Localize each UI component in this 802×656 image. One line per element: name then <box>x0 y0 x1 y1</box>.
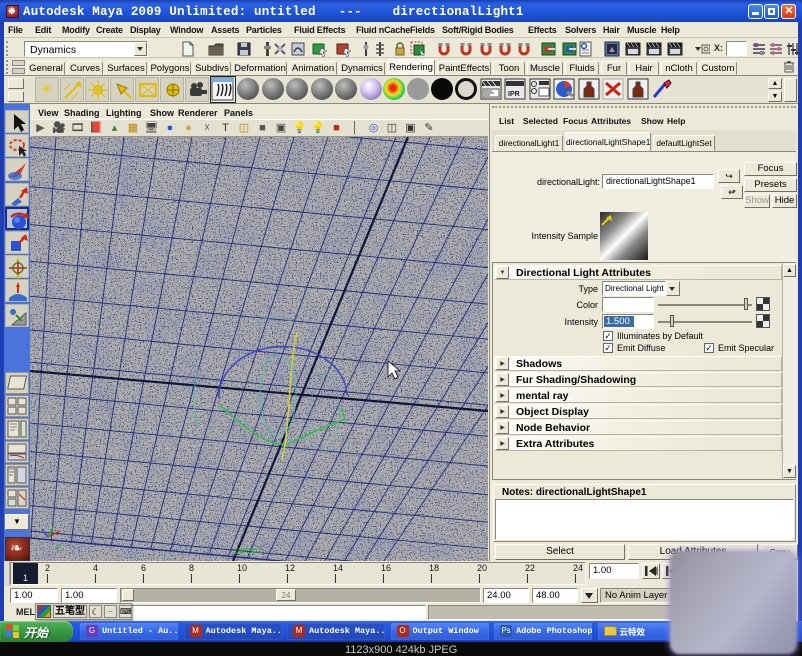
svg-text:persp1: persp1 <box>235 545 263 555</box>
svg-text:y: y <box>56 542 60 551</box>
svg-text:IPR: IPR <box>508 91 520 98</box>
